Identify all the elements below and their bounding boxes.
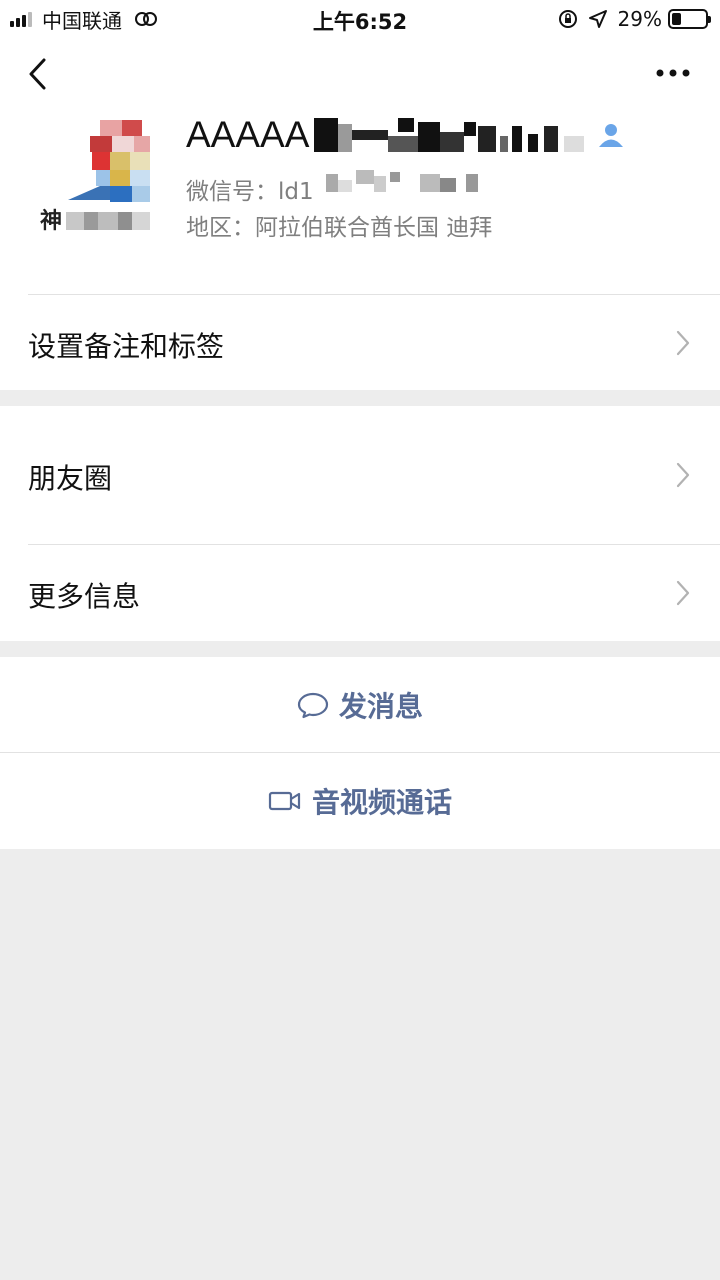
- more-icon[interactable]: [656, 68, 690, 78]
- profile-header: 神 AAAAA 微信号：ld1 地区：阿拉伯联合酋长国 迪拜 设置备注和标签: [0, 38, 720, 390]
- wechat-id: 微信号：ld1: [186, 172, 314, 206]
- contact-name: AAAAA: [186, 114, 310, 155]
- region: 地区：阿拉伯联合酋长国 迪拜: [186, 208, 492, 242]
- wechat-id-label: 微信号：: [186, 179, 278, 205]
- send-message-label: 发消息: [338, 689, 423, 723]
- av-call-button[interactable]: 音视频通话: [0, 753, 720, 849]
- rotation-lock-icon: [558, 10, 577, 28]
- location-arrow-icon: [588, 10, 607, 28]
- contact-icon: [599, 124, 623, 147]
- send-message-button[interactable]: 发消息: [0, 657, 720, 752]
- status-right: 29%: [558, 6, 711, 32]
- region-value: 阿拉伯联合酋长国 迪拜: [255, 215, 493, 241]
- more-info-label: 更多信息: [28, 580, 141, 613]
- redacted-name-mosaic: [314, 118, 584, 152]
- av-call-label: 音视频通话: [311, 786, 452, 819]
- avatar[interactable]: 神: [40, 120, 156, 236]
- back-icon[interactable]: [24, 56, 54, 92]
- moments-label: 朋友圈: [28, 462, 113, 495]
- battery-percent: 29%: [617, 7, 662, 31]
- avatar-text: 神: [40, 208, 62, 234]
- chevron-right-icon: [676, 462, 690, 488]
- info-group: 朋友圈 更多信息: [0, 406, 720, 641]
- more-info-row[interactable]: 更多信息: [0, 545, 720, 641]
- region-label: 地区：: [186, 215, 255, 241]
- remarks-tags-row[interactable]: 设置备注和标签: [0, 295, 720, 390]
- moments-row[interactable]: 朋友圈: [0, 406, 720, 544]
- chevron-right-icon: [676, 330, 690, 356]
- status-bar: 中国联通 上午6:52 29%: [0, 0, 720, 38]
- wechat-id-value: ld1: [278, 179, 314, 205]
- battery-icon: [668, 9, 711, 29]
- chat-bubble-icon: [297, 692, 329, 718]
- video-camera-icon: [268, 791, 301, 811]
- chevron-right-icon: [676, 580, 690, 606]
- redacted-id-mosaic: [326, 170, 478, 192]
- remarks-tags-label: 设置备注和标签: [28, 330, 225, 363]
- battery-fill: [672, 13, 682, 25]
